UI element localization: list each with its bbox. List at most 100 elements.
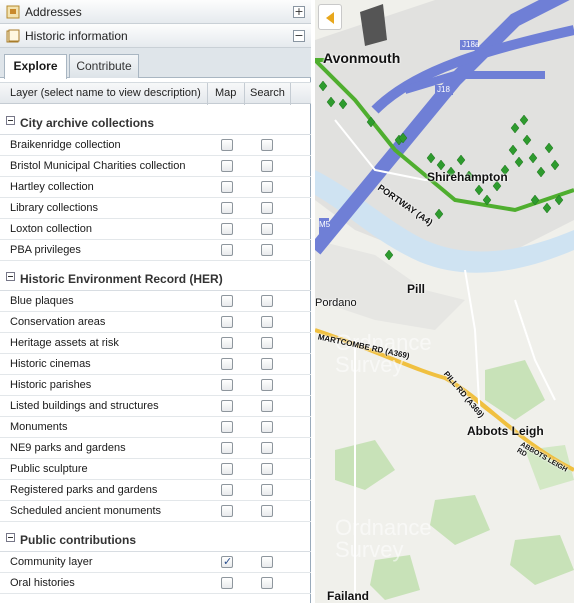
map-checkbox[interactable] <box>221 295 233 307</box>
layer-row: Library collections <box>0 198 311 219</box>
arrow-left-icon <box>326 12 334 24</box>
map-checkbox[interactable] <box>221 577 233 589</box>
place-label: Avonmouth <box>323 50 401 66</box>
search-checkbox[interactable] <box>261 244 273 256</box>
search-checkbox[interactable] <box>261 463 273 475</box>
layer-name-link[interactable]: Library collections <box>10 202 98 214</box>
search-checkbox[interactable] <box>261 379 273 391</box>
layer-name-link[interactable]: Public sculpture <box>10 463 88 475</box>
search-checkbox[interactable] <box>261 337 273 349</box>
map-checkbox[interactable] <box>221 379 233 391</box>
map-checkbox[interactable] <box>221 160 233 172</box>
layer-row: PBA privileges <box>0 240 311 261</box>
map-checkbox[interactable] <box>221 505 233 517</box>
svg-text:Survey: Survey <box>335 537 403 562</box>
column-search: Search <box>250 87 285 99</box>
search-checkbox[interactable] <box>261 295 273 307</box>
collapse-group-icon[interactable] <box>6 533 15 542</box>
place-label: Failand <box>327 589 370 603</box>
place-label: Shirehampton <box>427 170 508 184</box>
layer-name-link[interactable]: Hartley collection <box>10 181 94 193</box>
search-checkbox[interactable] <box>261 223 273 235</box>
layer-name-link[interactable]: Scheduled ancient monuments <box>10 505 161 517</box>
search-checkbox[interactable] <box>261 577 273 589</box>
layer-row: Oral histories <box>0 573 311 594</box>
map-checkbox[interactable] <box>221 181 233 193</box>
search-checkbox[interactable] <box>261 202 273 214</box>
place-label: Pill <box>407 282 426 296</box>
column-layer: Layer (select name to view description) <box>10 87 201 99</box>
layer-row: Heritage assets at risk <box>0 333 311 354</box>
layer-name-link[interactable]: Braikenridge collection <box>10 139 121 151</box>
layer-name-link[interactable]: Historic parishes <box>10 379 91 391</box>
layer-row: Public sculpture <box>0 459 311 480</box>
map-view[interactable]: Ordnance Survey Ordnance Survey Avonmout… <box>315 0 574 603</box>
layer-row: Scheduled ancient monuments <box>0 501 311 522</box>
expand-icon[interactable]: + <box>293 6 305 18</box>
map-checkbox[interactable] <box>221 555 233 568</box>
map-checkbox[interactable] <box>221 316 233 328</box>
place-label: Abbots Leigh <box>467 424 544 438</box>
layer-row: Community layer <box>0 552 311 573</box>
map-checkbox[interactable] <box>221 400 233 412</box>
layer-group-title: Public contributions <box>20 533 136 547</box>
layer-group-header[interactable]: City archive collections <box>0 105 311 135</box>
layer-name-link[interactable]: Historic cinemas <box>10 358 91 370</box>
layer-name-link[interactable]: Monuments <box>10 421 67 433</box>
place-label: Pordano <box>315 297 357 309</box>
layer-row: Hartley collection <box>0 177 311 198</box>
collapse-group-icon[interactable] <box>6 272 15 281</box>
layer-row: Braikenridge collection <box>0 135 311 156</box>
map-checkbox[interactable] <box>221 442 233 454</box>
layer-name-link[interactable]: Conservation areas <box>10 316 105 328</box>
collapse-panel-button[interactable] <box>318 4 342 30</box>
accordion-addresses[interactable]: Addresses + <box>0 0 311 24</box>
map-checkbox[interactable] <box>221 421 233 433</box>
map-checkbox[interactable] <box>221 484 233 496</box>
layer-list: City archive collections Braikenridge col… <box>0 105 311 594</box>
layer-row: Conservation areas <box>0 312 311 333</box>
layer-name-link[interactable]: PBA privileges <box>10 244 81 256</box>
accordion-historic[interactable]: Historic information − <box>0 24 311 48</box>
search-checkbox[interactable] <box>261 505 273 517</box>
map-checkbox[interactable] <box>221 463 233 475</box>
layer-name-link[interactable]: Loxton collection <box>10 223 92 235</box>
map-checkbox[interactable] <box>221 139 233 151</box>
layer-name-link[interactable]: Oral histories <box>10 577 75 589</box>
search-checkbox[interactable] <box>261 556 273 568</box>
layer-group-header[interactable]: Historic Environment Record (HER) <box>0 261 311 291</box>
search-checkbox[interactable] <box>261 181 273 193</box>
map-checkbox[interactable] <box>221 337 233 349</box>
accordion-historic-label: Historic information <box>25 29 128 43</box>
search-checkbox[interactable] <box>261 442 273 454</box>
search-checkbox[interactable] <box>261 358 273 370</box>
search-checkbox[interactable] <box>261 421 273 433</box>
search-checkbox[interactable] <box>261 160 273 172</box>
address-book-icon <box>6 5 20 19</box>
search-checkbox[interactable] <box>261 400 273 412</box>
layer-name-link[interactable]: NE9 parks and gardens <box>10 442 126 454</box>
map-checkbox[interactable] <box>221 244 233 256</box>
layer-name-link[interactable]: Listed buildings and structures <box>10 400 159 412</box>
tab-explore[interactable]: Explore <box>4 54 67 79</box>
search-checkbox[interactable] <box>261 484 273 496</box>
collapse-icon[interactable]: − <box>293 30 305 42</box>
column-separator <box>244 83 245 105</box>
map-checkbox[interactable] <box>221 202 233 214</box>
layer-name-link[interactable]: Blue plaques <box>10 295 74 307</box>
layer-name-link[interactable]: Bristol Municipal Charities collection <box>10 160 185 172</box>
road-label: J18a <box>462 40 480 49</box>
road-label: J18 <box>437 85 450 94</box>
layer-row: Blue plaques <box>0 291 311 312</box>
tab-contribute[interactable]: Contribute <box>69 54 139 78</box>
layer-name-link[interactable]: Registered parks and gardens <box>10 484 157 496</box>
layer-group-header[interactable]: Public contributions <box>0 522 311 552</box>
collapse-group-icon[interactable] <box>6 116 15 125</box>
layer-name-link[interactable]: Heritage assets at risk <box>10 337 119 349</box>
search-checkbox[interactable] <box>261 316 273 328</box>
layer-row: Bristol Municipal Charities collection <box>0 156 311 177</box>
map-checkbox[interactable] <box>221 223 233 235</box>
layer-name-link[interactable]: Community layer <box>10 556 93 568</box>
map-checkbox[interactable] <box>221 358 233 370</box>
search-checkbox[interactable] <box>261 139 273 151</box>
